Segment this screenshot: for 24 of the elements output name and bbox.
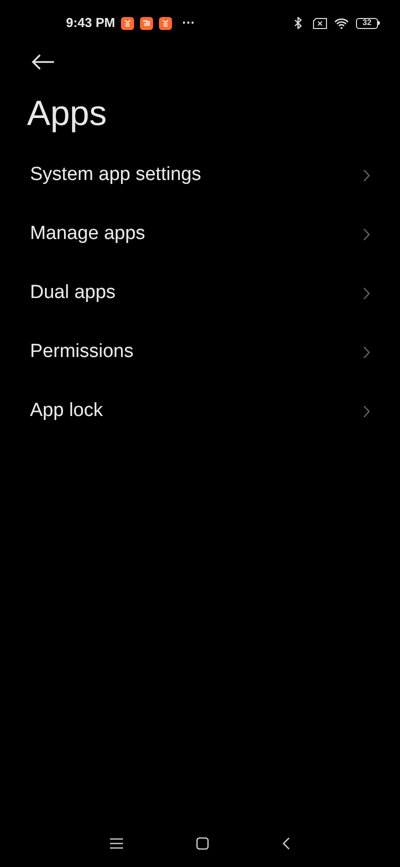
chevron-icon xyxy=(363,346,370,359)
app-notification-icon xyxy=(121,16,134,30)
chevron-icon xyxy=(363,405,370,418)
settings-item[interactable]: App lock xyxy=(0,382,400,441)
more-notifications: ··· xyxy=(182,14,196,32)
chevron-icon xyxy=(363,228,370,241)
status-time: 9:43 PM xyxy=(66,14,116,32)
back-icon[interactable] xyxy=(282,836,290,850)
settings-item[interactable]: Dual apps xyxy=(0,264,400,323)
settings-item[interactable]: Manage apps xyxy=(0,205,400,264)
chevron-icon xyxy=(363,169,370,182)
app-notification-icon xyxy=(159,16,172,30)
home-icon[interactable] xyxy=(196,836,209,850)
page-title: Apps xyxy=(27,96,108,131)
battery-icon: 32 xyxy=(356,18,380,28)
settings-item[interactable]: System app settings xyxy=(0,146,400,205)
app-notification-icon xyxy=(140,16,154,30)
chevron-icon xyxy=(363,287,370,300)
wifi-icon xyxy=(334,18,349,28)
settings-item[interactable]: Permissions xyxy=(0,323,400,382)
back-arrow-icon xyxy=(31,54,55,70)
menu-icon[interactable] xyxy=(110,838,123,848)
bluetooth-icon xyxy=(294,17,302,29)
no-sim-icon xyxy=(313,18,327,28)
